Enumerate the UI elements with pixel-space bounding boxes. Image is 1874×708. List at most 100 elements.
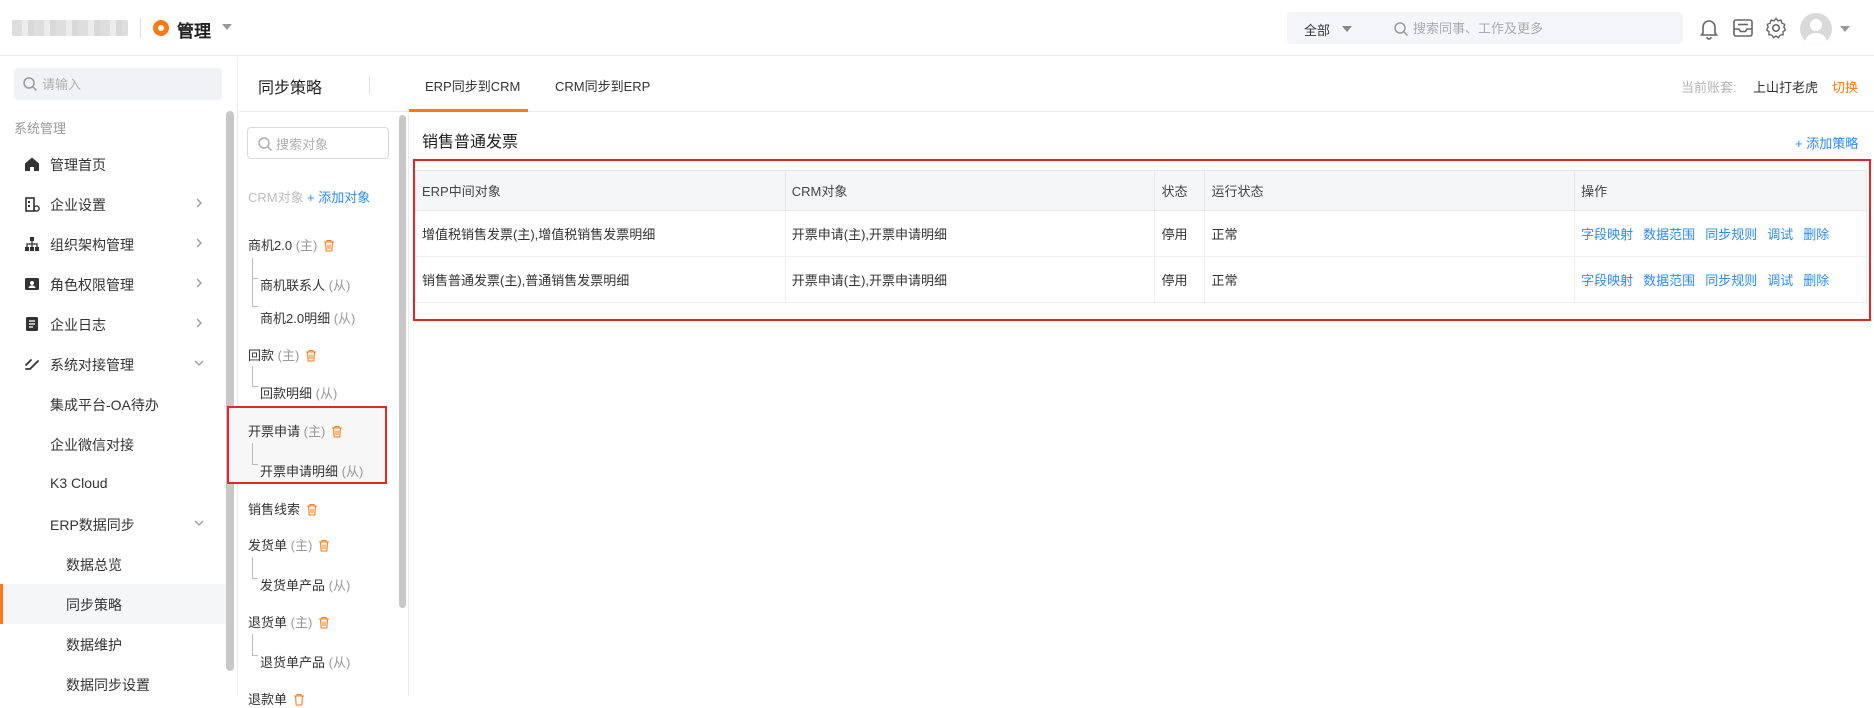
run-status-cell: 正常 [1204,256,1576,303]
chevron-right-icon [196,198,202,208]
tree-node[interactable]: 销售线索 [248,499,318,518]
sidebar-item-label: K3 Cloud [50,475,108,491]
sidebar-item-wecom[interactable]: 企业微信对接 [0,424,226,464]
tree-node[interactable]: 退款单 [248,689,305,708]
data-range-link[interactable]: 数据范围 [1643,273,1695,288]
tree-connector [252,258,258,279]
inbox-icon[interactable] [1731,16,1755,40]
chevron-down-icon [1342,26,1352,32]
actions-cell: 字段映射 数据范围 同步规则 调试 删除 [1574,210,1867,257]
field-mapping-link[interactable]: 字段映射 [1581,273,1633,288]
sync-rules-link[interactable]: 同步规则 [1705,227,1757,242]
sidebar-item-data-sync-settings[interactable]: 数据同步设置 [0,664,226,704]
tree-connector [252,634,258,656]
sidebar-item-system-integration[interactable]: 系统对接管理 [0,344,226,384]
avatar[interactable] [1800,13,1832,45]
trash-icon[interactable] [293,693,305,706]
trash-icon[interactable] [306,503,318,516]
tree-connector [252,279,258,307]
gear-icon[interactable] [1764,16,1788,40]
trash-icon[interactable] [331,425,343,438]
delete-link[interactable]: 删除 [1803,273,1829,288]
chevron-right-icon [196,238,202,248]
scope-label: 全部 [1304,23,1331,38]
tab-erp-to-crm[interactable]: ERP同步到CRM [425,76,520,95]
sidebar-item-label: 数据维护 [66,637,122,653]
trash-icon[interactable] [318,616,330,629]
debug-link[interactable]: 调试 [1767,273,1793,288]
sidebar: 系统管理 管理首页 企业设置 组织架构管理 角色权限管理 企业日志 系统对接管理… [0,57,238,696]
tree-node[interactable]: 回款 (主) [248,345,317,364]
object-search-input[interactable] [276,135,382,153]
sidebar-item-k3-cloud[interactable]: K3 Cloud [0,464,226,504]
sidebar-item-enterprise-log[interactable]: 企业日志 [0,304,226,344]
bell-icon[interactable] [1697,16,1721,40]
field-mapping-link[interactable]: 字段映射 [1581,227,1633,242]
link-icon [25,359,39,370]
table-header-row: ERP中间对象 CRM对象 状态 运行状态 操作 [415,170,1867,211]
global-search[interactable] [1383,12,1683,44]
sidebar-search-input[interactable] [42,75,212,93]
run-status-cell: 正常 [1204,210,1576,257]
chevron-down-icon[interactable] [1840,26,1850,32]
sidebar-item-enterprise-settings[interactable]: 企业设置 [0,184,226,224]
object-panel-scrollbar[interactable] [399,115,406,608]
active-tab-indicator [409,109,528,112]
debug-link[interactable]: 调试 [1767,227,1793,242]
sidebar-scrollbar[interactable] [226,111,234,671]
sidebar-item-label: 组织架构管理 [50,237,134,253]
search-icon [23,77,38,92]
add-object-button[interactable]: + 添加对象 [307,187,370,206]
tree-child[interactable]: 退货单产品 (从) [260,652,350,671]
data-range-link[interactable]: 数据范围 [1643,227,1695,242]
tree-child[interactable]: 发货单产品 (从) [260,575,350,594]
account-label: 当前账套: [1681,80,1737,95]
trash-icon[interactable] [318,539,330,552]
company-logo[interactable] [12,20,128,36]
erp-object-cell: 销售普通发票(主),普通销售发票明细 [415,256,786,303]
actions-cell: 字段映射 数据范围 同步规则 调试 删除 [1574,256,1867,303]
sidebar-item-org-structure[interactable]: 组织架构管理 [0,224,226,264]
app-title[interactable]: 管理 [177,17,211,42]
table-row: 销售普通发票(主),普通销售发票明细 开票申请(主),开票申请明细 停用 正常 … [415,256,1867,303]
trash-icon[interactable] [305,349,317,362]
sidebar-item-oa-todo[interactable]: 集成平台-OA待办 [0,384,226,424]
add-policy-button[interactable]: + 添加策略 [1795,133,1858,152]
tree-child[interactable]: 商机2.0明细 (从) [260,308,355,327]
chevron-down-icon[interactable] [222,24,232,30]
content-header: 同步策略 ERP同步到CRM CRM同步到ERP 当前账套: 上山打老虎 切换 [239,57,1874,112]
column-header: 状态 [1154,170,1206,211]
crm-object-cell: 开票申请(主),开票申请明细 [784,210,1156,257]
switch-account-link[interactable]: 切换 [1832,77,1858,96]
search-scope-select[interactable]: 全部 [1287,12,1383,44]
sidebar-item-role-permissions[interactable]: 角色权限管理 [0,264,226,304]
sidebar-item-erp-sync[interactable]: ERP数据同步 [0,504,226,544]
sidebar-item-label: 企业微信对接 [50,437,134,453]
top-bar: 管理 全部 [0,0,1874,56]
divider [369,76,370,94]
sidebar-item-label: 管理首页 [50,157,106,173]
sidebar-item-label: 同步策略 [66,597,122,613]
tree-child[interactable]: 商机联系人 (从) [260,275,350,294]
chevron-right-icon [196,278,202,288]
object-search[interactable] [247,127,389,159]
tree-node[interactable]: 退货单 (主) [248,612,330,631]
sync-rules-link[interactable]: 同步规则 [1705,273,1757,288]
tab-crm-to-erp[interactable]: CRM同步到ERP [555,76,650,95]
global-search-input[interactable] [1413,18,1673,38]
sidebar-item-data-maintenance[interactable]: 数据维护 [0,624,226,664]
tree-child[interactable]: 回款明细 (从) [260,383,337,402]
tree-connector [252,443,258,465]
org-chart-icon [25,237,39,251]
delete-link[interactable]: 删除 [1803,227,1829,242]
search-icon [258,137,272,151]
sidebar-search[interactable] [14,68,222,100]
sidebar-item-home[interactable]: 管理首页 [0,144,226,184]
sidebar-item-data-overview[interactable]: 数据总览 [0,544,226,584]
trash-icon[interactable] [323,239,335,252]
tree-node[interactable]: 商机2.0 (主) [248,235,335,254]
tree-child[interactable]: 开票申请明细 (从) [260,461,363,480]
tree-node[interactable]: 开票申请 (主) [248,421,343,440]
sidebar-item-sync-policy[interactable]: 同步策略 [0,584,226,624]
tree-node[interactable]: 发货单 (主) [248,535,330,554]
